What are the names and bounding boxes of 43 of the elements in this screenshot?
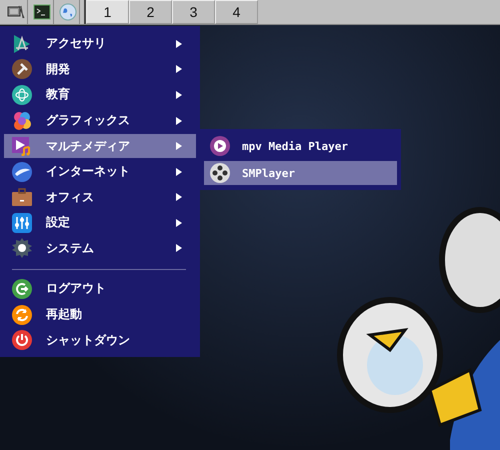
menu-item[interactable]: マルチメディア [4, 134, 196, 158]
submenu-arrow-icon [176, 116, 182, 125]
submenu-arrow-icon [176, 168, 182, 176]
menu-item[interactable]: システム [4, 236, 196, 260]
submenu-arrow-icon [176, 244, 182, 252]
menu-item[interactable]: SMPlayer [204, 161, 397, 185]
globe-icon [12, 162, 32, 182]
menu-item[interactable]: シャットダウン [4, 328, 196, 352]
menu-item[interactable]: インターネット [4, 160, 196, 184]
menu-item[interactable]: 開発 [4, 58, 196, 82]
desktop-button[interactable]: 1 [86, 0, 129, 24]
desktop-button[interactable]: 2 [129, 0, 172, 24]
film-music-icon [12, 136, 32, 156]
gear-icon [12, 238, 32, 258]
globe-icon [58, 3, 76, 21]
menu-item[interactable]: 設定 [4, 211, 196, 235]
play-icon [210, 136, 230, 156]
menu-item[interactable]: 教育 [4, 83, 196, 107]
menu-item[interactable]: mpv Media Player [204, 134, 397, 158]
menu-item[interactable]: ログアウト [4, 277, 196, 301]
submenu-arrow-icon [176, 218, 182, 227]
submenu-arrow-icon [176, 142, 182, 150]
briefcase-icon [12, 187, 32, 208]
desktop-button[interactable]: 3 [172, 0, 215, 24]
terminal-icon [32, 4, 50, 20]
monitor-icon [6, 4, 24, 20]
sliders-icon [12, 212, 32, 233]
submenu-arrow-icon [176, 40, 182, 48]
film-reel-icon [210, 163, 230, 183]
desktop-button[interactable]: 4 [215, 0, 258, 24]
logout-icon [12, 278, 32, 299]
menu-item[interactable]: グラフィックス [4, 108, 196, 132]
hammer-icon [12, 59, 32, 80]
atom-icon [12, 84, 32, 105]
power-icon [12, 330, 32, 350]
menu-item[interactable]: 再起動 [4, 302, 196, 326]
submenu-arrow-icon [176, 90, 182, 99]
menu-item[interactable]: アクセサリ [4, 32, 196, 56]
menu-item[interactable]: オフィス [4, 185, 196, 210]
color-petals-icon [12, 110, 32, 131]
submenu-arrow-icon [176, 193, 182, 202]
refresh-icon [12, 304, 32, 325]
submenu-arrow-icon [176, 65, 182, 74]
